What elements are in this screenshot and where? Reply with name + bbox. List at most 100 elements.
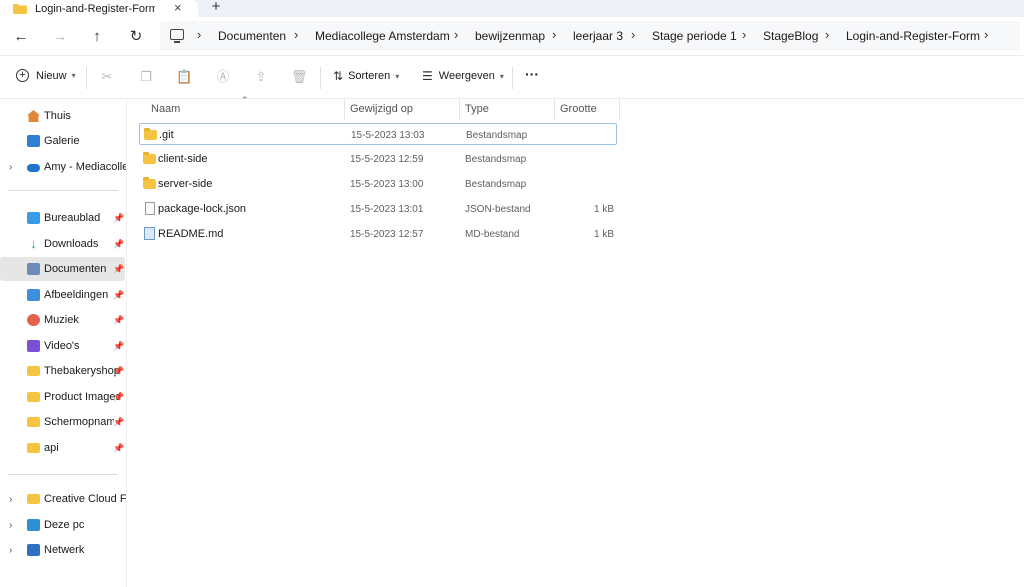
sidebar-item-bureaublad[interactable]: Bureaublad 📌 xyxy=(0,206,125,230)
toolbar-divider xyxy=(512,67,513,89)
sidebar-item-muziek[interactable]: Muziek 📌 xyxy=(0,308,125,332)
sidebar-item-product-images[interactable]: Product Images 📌 xyxy=(0,385,125,409)
breadcrumb-separator: › xyxy=(454,27,459,42)
column-header-name[interactable]: Naam xyxy=(151,99,180,119)
file-row-readme[interactable]: README.md 15-5-2023 12:57 MD-bestand 1 k… xyxy=(139,223,617,245)
sidebar-divider xyxy=(8,474,118,475)
sidebar-item-thuis[interactable]: Thuis xyxy=(0,104,125,128)
refresh-button[interactable]: ↻ xyxy=(127,27,145,45)
chevron-down-icon: ▾ xyxy=(499,71,504,81)
breadcrumb-mediacollege[interactable]: Mediacollege Amsterdam xyxy=(315,29,450,43)
paste-icon[interactable]: 📋 xyxy=(176,69,192,85)
sidebar-item-netwerk[interactable]: › Netwerk xyxy=(0,538,125,562)
breadcrumb-stageblog[interactable]: StageBlog xyxy=(763,29,818,43)
sidebar-item-label: Netwerk xyxy=(44,544,85,556)
folder-icon xyxy=(27,366,40,376)
creative-cloud-icon xyxy=(27,494,40,504)
chevron-down-icon: ▾ xyxy=(395,71,400,81)
chevron-right-icon[interactable]: › xyxy=(9,545,12,556)
chevron-right-icon[interactable]: › xyxy=(9,494,12,505)
rename-icon[interactable]: Ⓐ xyxy=(215,69,231,85)
breadcrumb-expand-chevron[interactable]: › xyxy=(984,27,988,42)
column-header-type[interactable]: Type xyxy=(465,99,489,119)
pin-icon[interactable]: 📌 xyxy=(113,341,124,352)
onedrive-icon xyxy=(27,164,40,172)
folder-icon xyxy=(143,177,156,189)
pin-icon[interactable]: 📌 xyxy=(113,239,124,250)
sort-icon: ⇅ xyxy=(333,69,344,83)
sidebar-item-afbeeldingen[interactable]: Afbeeldingen 📌 xyxy=(0,283,125,307)
pictures-icon xyxy=(27,289,40,301)
file-name: server-side xyxy=(158,178,213,190)
breadcrumb-leerjaar-3[interactable]: leerjaar 3 xyxy=(573,29,623,43)
sidebar-item-documenten[interactable]: Documenten 📌 xyxy=(0,257,125,281)
new-tab-button[interactable]: + xyxy=(208,0,224,15)
sidebar-item-onedrive[interactable]: › Amy - Mediacollege xyxy=(0,155,126,179)
breadcrumb-bewijzenmap[interactable]: bewijzenmap xyxy=(475,29,545,43)
column-header-modified[interactable]: Gewijzigd op xyxy=(350,99,413,119)
column-divider[interactable] xyxy=(344,99,345,120)
sidebar-item-galerie[interactable]: Galerie xyxy=(0,129,125,153)
sidebar-item-api[interactable]: api 📌 xyxy=(0,436,125,460)
file-row-git[interactable]: .git 15-5-2023 13:03 Bestandsmap xyxy=(139,123,617,145)
breadcrumb-separator: › xyxy=(742,27,747,42)
cut-icon[interactable]: ✂ xyxy=(99,69,115,85)
copy-icon[interactable]: ❐ xyxy=(138,69,154,85)
sort-button[interactable]: ⇅ Sorteren ▾ xyxy=(333,69,399,83)
home-icon xyxy=(27,110,40,122)
view-button[interactable]: ☰ Weergeven ▾ xyxy=(422,69,504,83)
file-type: Bestandsmap xyxy=(466,130,528,141)
file-row-server-side[interactable]: server-side 15-5-2023 13:00 Bestandsmap xyxy=(139,173,617,195)
more-options-button[interactable]: ··· xyxy=(525,66,539,82)
delete-icon[interactable]: 🗑 xyxy=(291,69,308,85)
view-icon: ☰ xyxy=(422,69,433,83)
address-bar[interactable]: › Documenten › Mediacollege Amsterdam › … xyxy=(160,21,1020,51)
file-modified: 15-5-2023 13:01 xyxy=(350,204,424,215)
file-row-package-lock[interactable]: package-lock.json 15-5-2023 13:01 JSON-b… xyxy=(139,198,617,220)
gallery-icon xyxy=(27,135,40,147)
sidebar-item-label: Galerie xyxy=(44,135,80,147)
tab-label: Login-and-Register-Form xyxy=(35,2,155,15)
pin-icon[interactable]: 📌 xyxy=(113,264,124,275)
sidebar-item-downloads[interactable]: ↓ Downloads 📌 xyxy=(0,232,125,256)
folder-icon xyxy=(144,128,157,140)
sidebar-item-thebakeryshop[interactable]: Thebakeryshop 📌 xyxy=(0,359,125,383)
chevron-right-icon[interactable]: › xyxy=(9,162,12,173)
file-row-client-side[interactable]: client-side 15-5-2023 12:59 Bestandsmap xyxy=(139,148,617,170)
folder-icon xyxy=(27,443,40,453)
pin-icon[interactable]: 📌 xyxy=(113,392,124,403)
sidebar-item-schermopnamen[interactable]: Schermopnamen 📌 xyxy=(0,410,125,434)
toolbar-divider xyxy=(86,67,87,89)
pin-icon[interactable]: 📌 xyxy=(113,366,124,377)
view-button-label: Weergeven xyxy=(438,70,495,82)
pin-icon[interactable]: 📌 xyxy=(113,213,124,224)
pin-icon[interactable]: 📌 xyxy=(113,315,124,326)
toolbar-divider xyxy=(320,67,321,89)
file-type: Bestandsmap xyxy=(465,179,527,190)
breadcrumb-stage-periode-1[interactable]: Stage periode 1 xyxy=(652,29,737,43)
back-button[interactable]: ← xyxy=(12,27,30,45)
column-divider[interactable] xyxy=(459,99,460,120)
column-divider[interactable] xyxy=(619,99,620,120)
share-icon[interactable]: ⇪ xyxy=(253,69,269,85)
file-size: 1 kB xyxy=(593,229,614,240)
chevron-down-icon: ▾ xyxy=(71,71,76,80)
forward-button[interactable]: → xyxy=(51,27,69,45)
column-divider[interactable] xyxy=(554,99,555,120)
pin-icon[interactable]: 📌 xyxy=(113,443,124,454)
up-button[interactable]: ↑ xyxy=(88,27,106,45)
sidebar-item-videos[interactable]: Video's 📌 xyxy=(0,334,125,358)
folder-icon xyxy=(27,392,40,402)
column-header-size[interactable]: Grootte xyxy=(560,99,597,119)
sidebar-item-creative-cloud[interactable]: › Creative Cloud Files xyxy=(0,487,126,511)
tab-login-and-register-form[interactable]: Login-and-Register-Form × xyxy=(0,0,198,17)
close-tab-icon[interactable]: × xyxy=(174,1,182,15)
sidebar-item-deze-pc[interactable]: › Deze pc xyxy=(0,513,125,537)
sort-button-label: Sorteren xyxy=(348,70,391,82)
new-button[interactable]: + Nieuw ▾ xyxy=(16,69,76,82)
breadcrumb-login-and-register-form[interactable]: Login-and-Register-Form xyxy=(846,29,980,43)
chevron-right-icon[interactable]: › xyxy=(9,520,12,531)
pin-icon[interactable]: 📌 xyxy=(113,417,124,428)
pin-icon[interactable]: 📌 xyxy=(113,290,124,301)
breadcrumb-documenten[interactable]: Documenten xyxy=(218,29,286,43)
